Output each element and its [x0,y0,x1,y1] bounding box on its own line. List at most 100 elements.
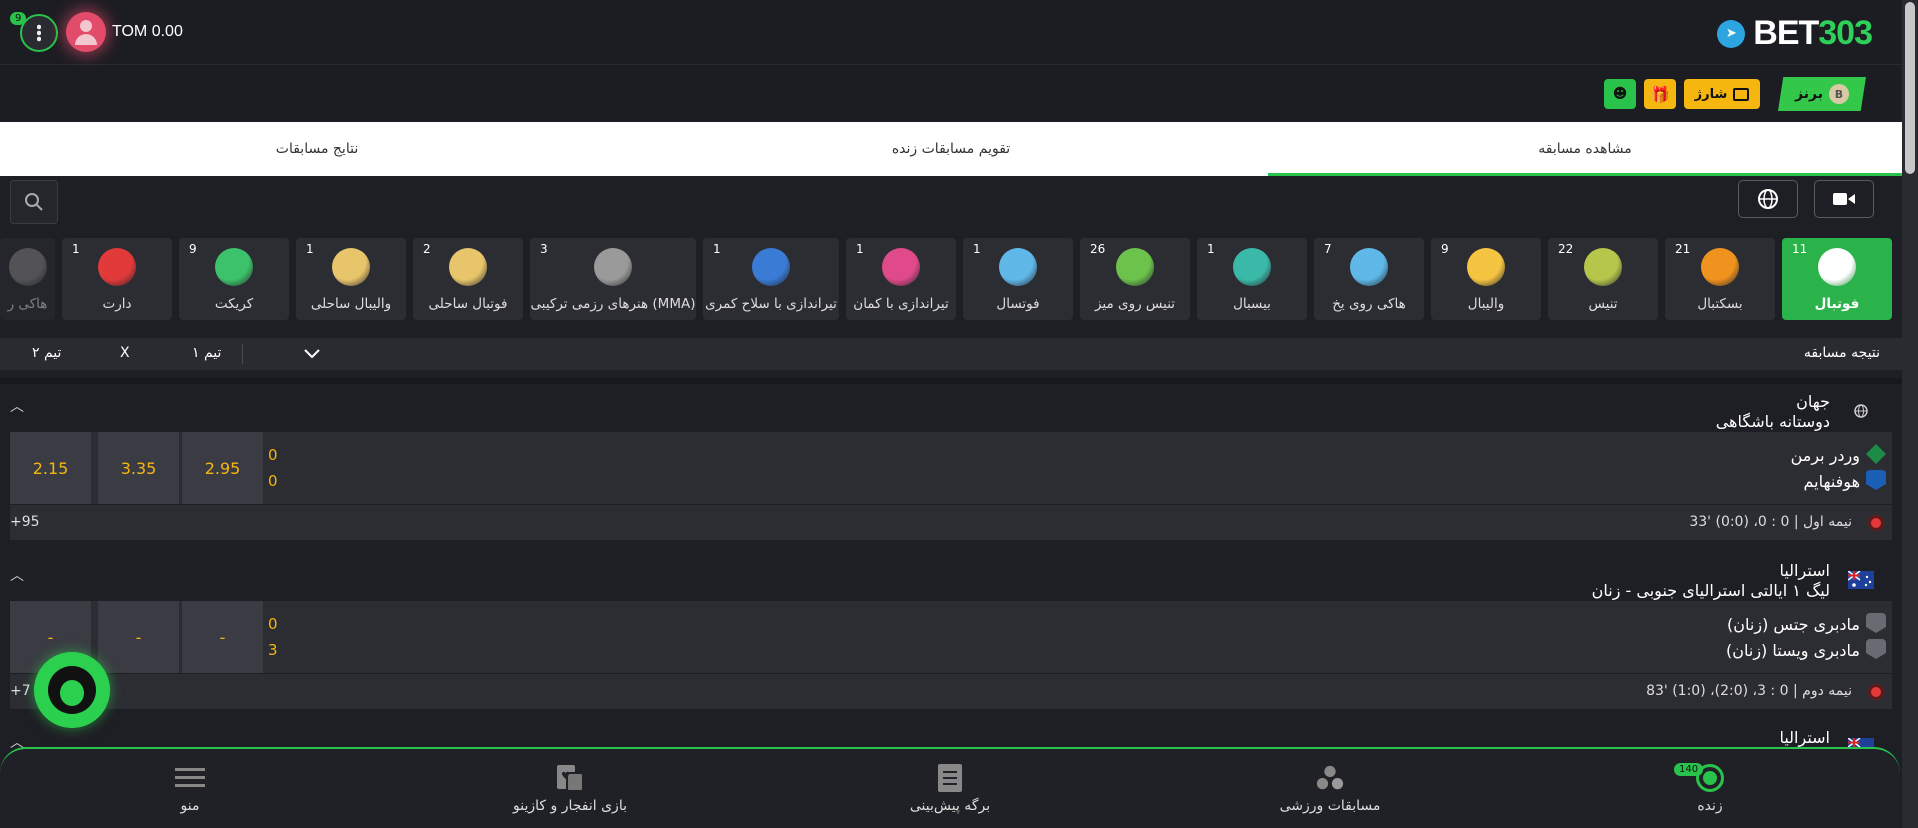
tab-watch-match[interactable]: مشاهده مسابقه [1268,122,1902,176]
nav-casino[interactable]: ♥ بازی انفجار و کازینو [380,749,760,828]
logo-text: BET [1753,14,1819,52]
odd-draw[interactable]: - [98,601,180,673]
sport-count: 1 [72,242,80,256]
sport-tile[interactable]: 1 تیراندازی با کمان [846,238,956,320]
nav-label: مسابقات ورزشی [1279,797,1381,814]
charge-label: شارژ [1694,86,1728,102]
sport-count: 21 [1675,242,1691,256]
support-agent-button[interactable]: ☻ [1604,79,1636,109]
svg-text:♥: ♥ [561,771,570,782]
live-count-badge: 140 [1674,763,1704,776]
live-support-button[interactable] [34,652,110,728]
sport-count: 26 [1090,242,1106,256]
tab-live-calendar[interactable]: تقویم مسابقات زنده [634,122,1268,176]
scrollbar-thumb[interactable] [1905,2,1915,174]
cards-icon: ♥ [555,764,585,792]
telegram-icon[interactable]: ➤ [1717,19,1746,48]
league-country: استرالیا [1779,728,1830,747]
live-score-detail: 0 : 3، (2:0)، (1:0) '83 [1646,683,1789,699]
sport-tile[interactable]: 21 بسکتبال [1665,238,1775,320]
live-score-detail: 0 : 0، (0:0) '33 [1689,514,1790,530]
video-camera-icon [1833,193,1855,205]
sport-label: هاکی روی یخ [1332,296,1406,312]
sport-count: 1 [856,242,864,256]
sport-count: 3 [540,242,548,256]
gift-button[interactable]: 🎁 [1644,79,1676,109]
view-tabs: مشاهده مسابقه تقویم مسابقات زنده نتایج م… [0,122,1902,176]
language-button[interactable] [1738,180,1798,218]
rank-badge[interactable]: برنز B [1778,77,1866,111]
nav-live[interactable]: 140 زنده [1520,749,1900,828]
team2-column-label: تیم ۲ [32,345,62,361]
sport-count: 9 [1441,242,1449,256]
odd-draw[interactable]: 3.35 [98,432,180,504]
sport-label: والیبال ساحلی [310,296,392,312]
sport-icon [449,248,487,286]
sport-icon [882,248,920,286]
australia-flag-icon [1848,571,1874,589]
sport-tile[interactable]: 7 هاکی روی یخ [1314,238,1424,320]
more-markets-link[interactable]: +7 [10,683,31,699]
sport-tile[interactable]: 22 تنیس [1548,238,1658,320]
sport-tile[interactable]: 1 دارت [62,238,172,320]
away-score: 3 [268,641,278,659]
sport-label: کریکت [214,296,254,312]
sport-tile[interactable]: 11 فوتبال [1782,238,1892,320]
sport-tile[interactable]: 1 والیبال ساحلی [296,238,406,320]
nav-sports[interactable]: مسابقات ورزشی [1140,749,1520,828]
sport-tile[interactable]: 2 فوتبال ساحلی [413,238,523,320]
chevron-up-icon[interactable]: ︿ [10,565,24,585]
match-row[interactable]: 2.95 3.35 2.15 0 0 وردر برمن هوفنهایم [10,432,1892,504]
sport-icon [332,248,370,286]
charge-button[interactable]: شارژ [1684,79,1760,109]
sport-count: 1 [1207,242,1215,256]
team-crest-icon [1866,444,1886,464]
column-dropdown[interactable] [290,338,336,368]
sport-tile[interactable]: 3 هنرهای رزمی ترکیبی (MMA) [530,238,696,320]
nav-label: برگه پیش‌بینی [909,797,991,814]
sport-icon [752,248,790,286]
nav-bet-slip[interactable]: برگه پیش‌بینی [760,749,1140,828]
video-button[interactable] [1814,180,1874,218]
sport-icon [8,248,47,286]
sport-icon [1350,248,1388,286]
sport-count: 22 [1558,242,1574,256]
page-scrollbar[interactable] [1902,0,1918,828]
bet-slip-icon [935,763,965,792]
match-status: نیمه دوم | 0 : 3، (2:0)، (1:0) '83 [1646,683,1852,699]
league-header[interactable]: ︿ جهان دوستانه باشگاهی [0,386,1902,436]
chevron-up-icon[interactable]: ︿ [10,396,24,416]
tab-label: تقویم مسابقات زنده [891,141,1011,157]
sport-tile[interactable]: 9 والیبال [1431,238,1541,320]
league-name: دوستانه باشگاهی [1715,412,1830,431]
sport-tile[interactable]: 1 فوتسال [963,238,1073,320]
sport-icon [1116,248,1154,286]
sport-tile[interactable]: 1 بیسبال [1197,238,1307,320]
site-logo[interactable]: ➤ BET303 [1717,14,1873,53]
sport-tile[interactable]: 26 تنیس روی میز [1080,238,1190,320]
sport-label: هنرهای رزمی ترکیبی (MMA) [530,296,696,312]
nav-label: منو [180,797,200,814]
sports-carousel: 11 فوتبال 21 بسکتبال 22 تنیس 9 والیبال 7 هاکی روی… [0,238,1902,322]
sport-label: تنیس [1588,296,1618,312]
league-header[interactable]: ︿ استرالیا لیگ ۱ ایالتی استرالیای جنوبی … [0,555,1902,605]
league-name: لیگ ۱ ایالتی استرالیای جنوبی - زنان [1591,581,1830,600]
sport-label: فوتبال [1814,296,1860,312]
odd-home[interactable]: - [182,601,264,673]
sport-tile[interactable]: 9 کریکت [179,238,289,320]
sport-tile[interactable]: 1 تیراندازی با سلاح کمری [703,238,839,320]
match-row[interactable]: - - - 0 3 مادبری جتس (زنان) مادبری ویستا… [10,601,1892,673]
search-button[interactable] [10,180,58,224]
user-avatar-button[interactable] [66,12,106,52]
sport-tile[interactable]: هاکی ر [0,238,55,320]
odd-away[interactable]: 2.15 [10,432,92,504]
nav-menu[interactable]: منو [0,749,380,828]
tab-results[interactable]: نتایج مسابقات [0,122,634,176]
sport-label: دارت [102,296,132,312]
sport-label: تیراندازی با سلاح کمری [705,296,837,312]
globe-icon [1854,404,1868,418]
odd-home[interactable]: 2.95 [182,432,264,504]
more-markets-link[interactable]: +95 [10,514,40,530]
sport-icon [98,248,136,286]
sport-icon [999,248,1037,286]
